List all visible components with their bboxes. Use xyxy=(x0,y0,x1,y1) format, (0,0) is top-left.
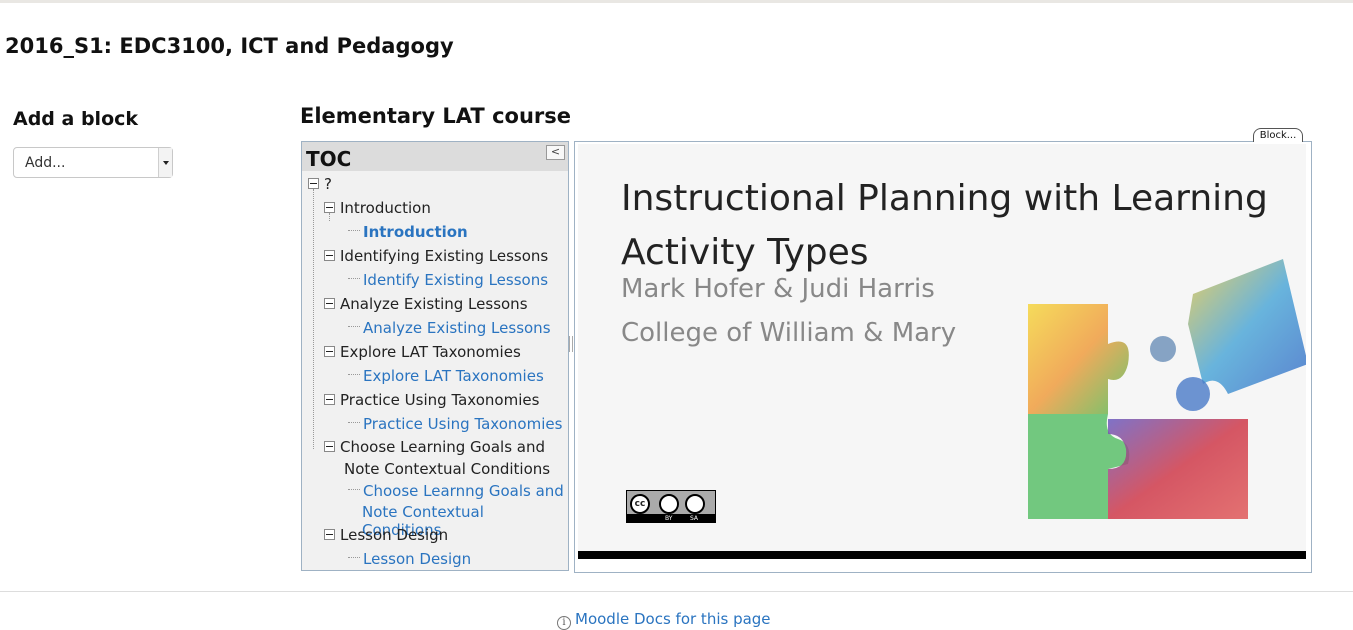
toc-chapter-label: Identifying Existing Lessons xyxy=(340,247,549,265)
toc-chapter-label-continued[interactable]: Note Contextual Conditions xyxy=(344,460,550,478)
collapse-icon[interactable] xyxy=(324,202,335,213)
toc-page-label: Choose Learnng Goals and xyxy=(363,482,564,500)
moodle-docs-link[interactable]: i Moodle Docs for this page xyxy=(557,610,771,630)
tree-connector xyxy=(348,489,360,490)
license-sa-label: SA xyxy=(690,515,699,522)
toc-page-label: Lesson Design xyxy=(363,550,472,568)
puzzle-piece xyxy=(1028,304,1129,414)
toc-page-lesson-design[interactable]: Lesson Design xyxy=(348,550,471,568)
puzzle-piece xyxy=(1108,419,1248,519)
license-by-label: BY xyxy=(665,515,673,522)
tree-connector xyxy=(348,278,360,279)
puzzle-piece xyxy=(1188,259,1306,394)
toc-chapter-explore[interactable]: Explore LAT Taxonomies xyxy=(324,343,521,361)
top-border xyxy=(0,0,1353,3)
collapse-icon[interactable] xyxy=(308,178,319,189)
collapse-icon[interactable] xyxy=(324,441,335,452)
puzzle-dot xyxy=(1150,336,1176,362)
tree-connector xyxy=(348,422,360,423)
collapse-icon[interactable] xyxy=(324,298,335,309)
toc-page-practice[interactable]: Practice Using Taxonomies xyxy=(348,415,562,433)
toc-chapter-label: Practice Using Taxonomies xyxy=(340,391,540,409)
toc-page-label: Analyze Existing Lessons xyxy=(363,319,551,337)
collapse-icon[interactable] xyxy=(324,529,335,540)
toc-root[interactable]: ? xyxy=(308,175,332,193)
toc-chapter-practice[interactable]: Practice Using Taxonomies xyxy=(324,391,539,409)
toc-page-label: Practice Using Taxonomies xyxy=(363,415,563,433)
cc-icon: cc xyxy=(630,494,650,514)
slide-bottom-bar xyxy=(578,551,1306,559)
collapse-toc-button[interactable]: < xyxy=(546,145,565,160)
toc-page-label: Introduction xyxy=(363,223,468,241)
slide-author: Mark Hofer & Judi Harris xyxy=(621,274,935,304)
tree-line xyxy=(313,189,314,449)
tree-connector xyxy=(348,557,360,558)
toc-root-label: ? xyxy=(324,175,332,193)
toc-page-introduction[interactable]: Introduction xyxy=(348,223,468,241)
puzzle-dot xyxy=(1176,377,1210,411)
add-block-select-value: Add... xyxy=(25,155,66,171)
block-tab[interactable]: Block... xyxy=(1253,128,1303,142)
puzzle-pieces-image xyxy=(1028,259,1306,519)
toc-page-label: Explore LAT Taxonomies xyxy=(363,367,544,385)
toc-title: TOC xyxy=(306,147,352,171)
toc-panel: TOC < ? Introduction Introduction Identi… xyxy=(301,141,569,571)
toc-chapter-label: Introduction xyxy=(340,199,431,217)
toc-page-explore[interactable]: Explore LAT Taxonomies xyxy=(348,367,544,385)
add-block-select[interactable]: Add... xyxy=(13,147,173,178)
add-block-heading: Add a block xyxy=(13,108,139,130)
resize-handle[interactable] xyxy=(569,336,573,352)
toc-chapter-identifying[interactable]: Identifying Existing Lessons xyxy=(324,247,548,265)
toc-header: TOC < xyxy=(302,142,568,171)
attribution-icon xyxy=(659,494,679,514)
toc-chapter-analyze[interactable]: Analyze Existing Lessons xyxy=(324,295,528,313)
collapse-icon[interactable] xyxy=(324,250,335,261)
slide-organization: College of William & Mary xyxy=(621,318,957,348)
toc-chapter-introduction[interactable]: Introduction xyxy=(324,199,431,217)
section-title: Elementary LAT course xyxy=(300,104,571,128)
toc-page-identify[interactable]: Identify Existing Lessons xyxy=(348,271,548,289)
collapse-icon[interactable] xyxy=(324,346,335,357)
toc-page-label: Identify Existing Lessons xyxy=(363,271,549,289)
toc-chapter-label: Lesson Design xyxy=(340,526,449,544)
toc-chapter-lesson-design[interactable]: Lesson Design xyxy=(324,526,448,544)
footer-divider xyxy=(0,591,1353,592)
collapse-icon[interactable] xyxy=(324,394,335,405)
course-title: 2016_S1: EDC3100, ICT and Pedagogy xyxy=(5,34,454,58)
chevron-down-icon xyxy=(158,148,172,177)
toc-page-choose-goals[interactable]: Choose Learnng Goals and xyxy=(348,482,564,500)
moodle-docs-link-label: Moodle Docs for this page xyxy=(575,610,771,628)
tree-connector xyxy=(348,326,360,327)
toc-page-analyze[interactable]: Analyze Existing Lessons xyxy=(348,319,551,337)
share-alike-icon xyxy=(685,494,705,514)
tree-connector xyxy=(348,230,360,231)
toc-chapter-choose-goals[interactable]: Choose Learning Goals and xyxy=(324,438,545,456)
toc-chapter-label: Analyze Existing Lessons xyxy=(340,295,528,313)
slide-image: Instructional Planning with Learning Act… xyxy=(578,144,1306,559)
toc-chapter-label: Explore LAT Taxonomies xyxy=(340,343,521,361)
creative-commons-license-badge: cc BY SA xyxy=(626,490,716,523)
tree-connector xyxy=(348,374,360,375)
toc-chapter-label: Choose Learning Goals and xyxy=(340,438,545,456)
